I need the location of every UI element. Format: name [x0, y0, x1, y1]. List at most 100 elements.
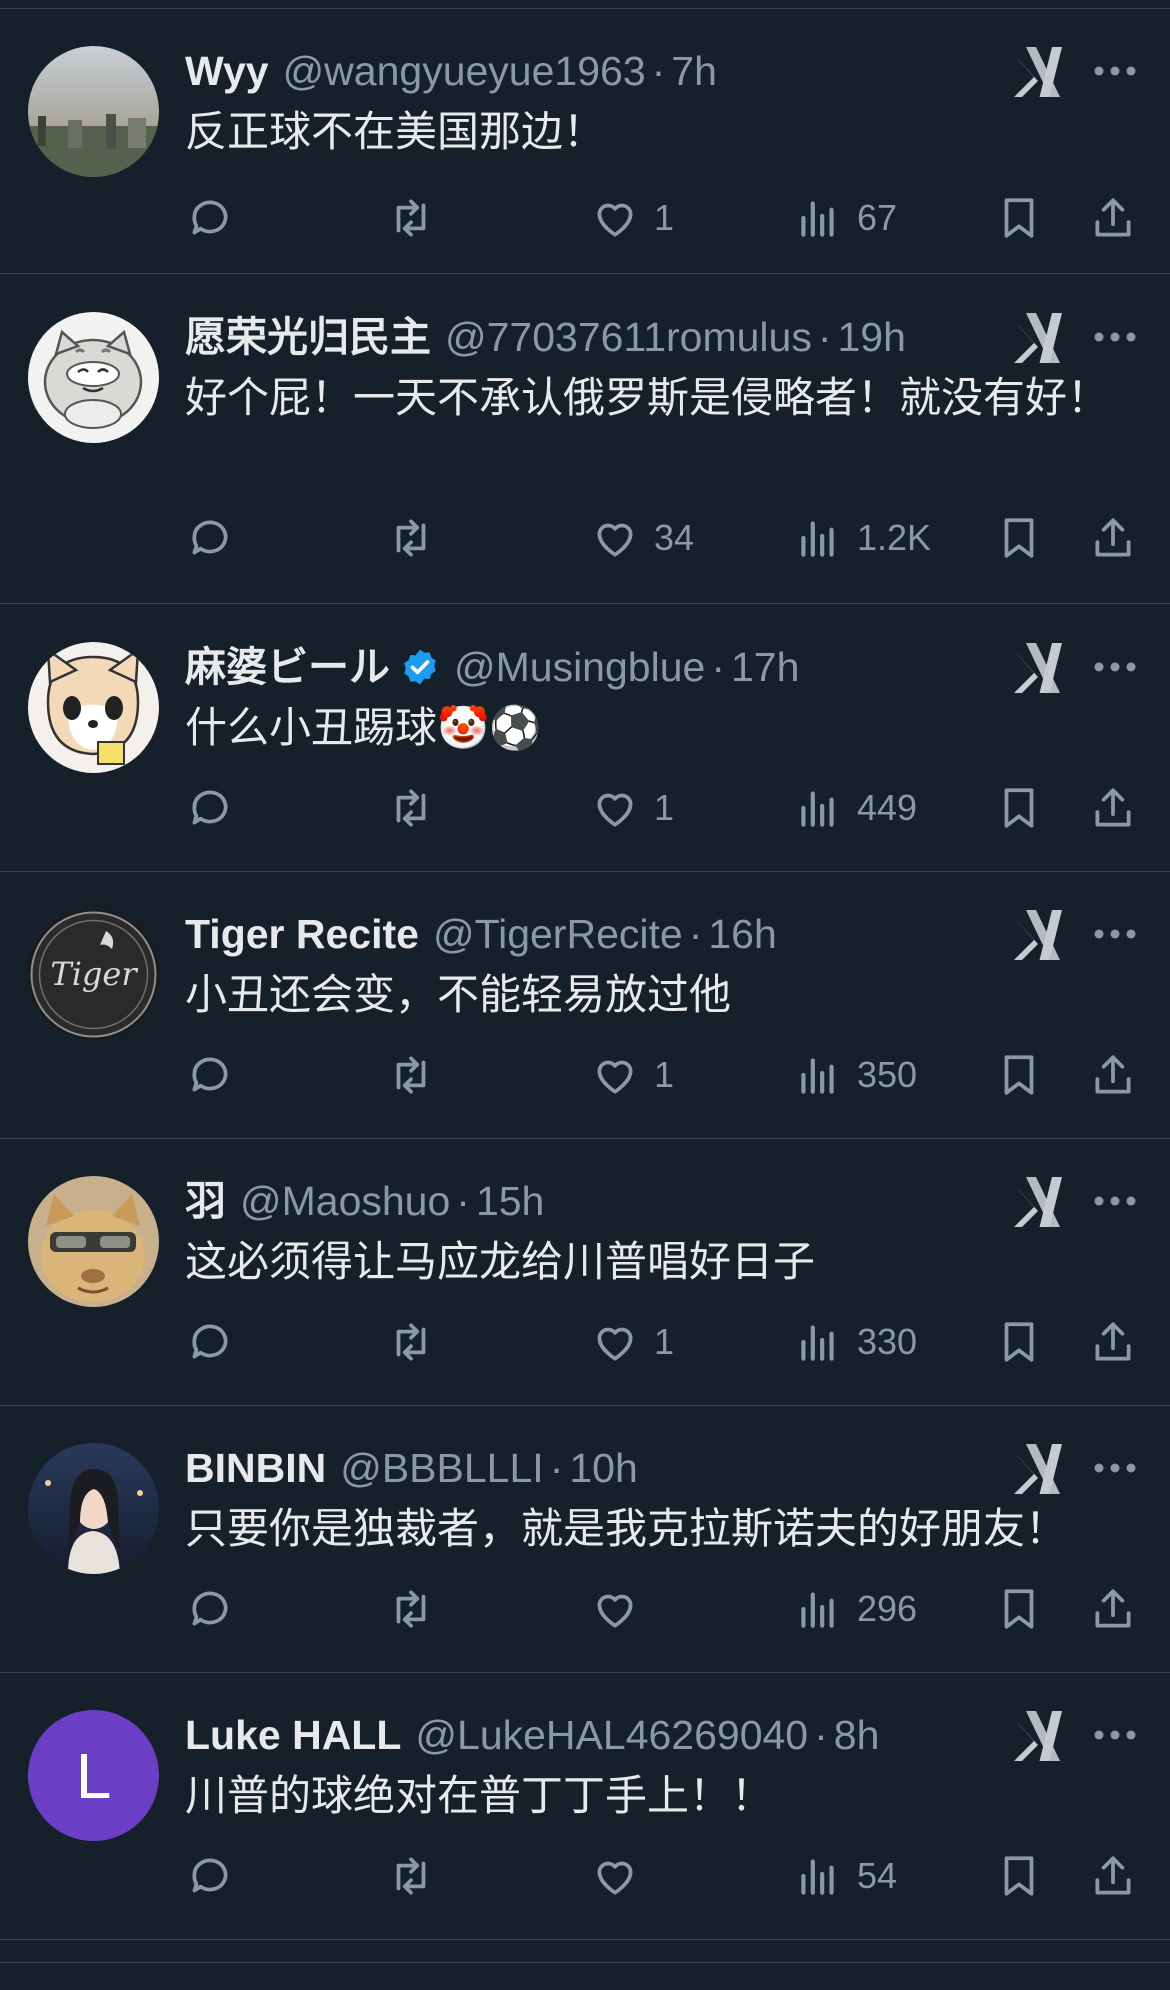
bookmark-button[interactable]: [994, 506, 1044, 570]
user-handle[interactable]: @BBBLLLI: [340, 1440, 543, 1496]
like-button[interactable]: 34: [590, 506, 694, 570]
retweet-button[interactable]: [386, 1043, 436, 1107]
grok-icon[interactable]: [1012, 1177, 1064, 1227]
retweet-button[interactable]: [386, 186, 436, 250]
reply-button[interactable]: [185, 1577, 235, 1641]
tweet[interactable]: Tiger Tiger Recite @TigerRecite · 16h 小丑…: [0, 872, 1170, 1139]
display-name[interactable]: 麻婆ビール: [185, 639, 390, 695]
more-icon[interactable]: [1092, 64, 1138, 78]
retweet-button[interactable]: [386, 1577, 436, 1641]
display-name[interactable]: 愿荣光归民主: [185, 309, 431, 365]
reply-button[interactable]: [185, 1310, 235, 1374]
views-button[interactable]: 350: [793, 1043, 917, 1107]
analytics-icon: [801, 521, 834, 557]
user-handle[interactable]: @wangyueyue1963: [283, 43, 646, 99]
retweet-button[interactable]: [386, 506, 436, 570]
views-button[interactable]: 296: [793, 1577, 917, 1641]
more-icon[interactable]: [1092, 1194, 1138, 1208]
bookmark-button[interactable]: [994, 1844, 1044, 1908]
timestamp[interactable]: 7h: [671, 43, 717, 99]
tweet-header: BINBIN @BBBLLLI · 10h: [185, 1440, 638, 1496]
more-icon[interactable]: [1092, 927, 1138, 941]
like-button[interactable]: [590, 1844, 654, 1908]
avatar[interactable]: L: [28, 1710, 159, 1841]
like-button[interactable]: 1: [590, 1310, 674, 1374]
like-button[interactable]: 1: [590, 1043, 674, 1107]
reply-icon: [192, 1057, 228, 1092]
avatar[interactable]: [28, 1176, 159, 1307]
display-name[interactable]: BINBIN: [185, 1440, 326, 1496]
share-button[interactable]: [1088, 186, 1138, 250]
reply-button[interactable]: [185, 1844, 235, 1908]
user-handle[interactable]: @TigerRecite: [433, 906, 683, 962]
timestamp[interactable]: 10h: [569, 1440, 637, 1496]
tweet[interactable]: BINBIN @BBBLLLI · 10h 只要你是独裁者，就是我克拉斯诺夫的好…: [0, 1406, 1170, 1673]
display-name[interactable]: 羽: [185, 1173, 226, 1229]
grok-icon[interactable]: [1012, 910, 1064, 960]
views-button[interactable]: 67: [793, 186, 897, 250]
share-icon: [1095, 788, 1131, 827]
views-button[interactable]: 1.2K: [793, 506, 931, 570]
share-button[interactable]: [1088, 1310, 1138, 1374]
like-button[interactable]: 1: [590, 186, 674, 250]
reply-button[interactable]: [185, 776, 235, 840]
bookmark-button[interactable]: [994, 1310, 1044, 1374]
bookmark-button[interactable]: [994, 186, 1044, 250]
timestamp[interactable]: 15h: [476, 1173, 544, 1229]
more-icon[interactable]: [1092, 660, 1138, 674]
avatar[interactable]: Tiger: [28, 909, 159, 1040]
like-button[interactable]: 1: [590, 776, 674, 840]
more-icon[interactable]: [1092, 1461, 1138, 1475]
more-icon[interactable]: [1092, 330, 1138, 344]
retweet-button[interactable]: [386, 776, 436, 840]
user-handle[interactable]: @Musingblue: [454, 639, 705, 695]
bookmark-button[interactable]: [994, 1577, 1044, 1641]
user-handle[interactable]: @77037611romulus: [445, 309, 812, 365]
bookmark-button[interactable]: [994, 1043, 1044, 1107]
grok-icon[interactable]: [1012, 313, 1064, 363]
share-button[interactable]: [1088, 1577, 1138, 1641]
verified-badge-icon[interactable]: [400, 647, 440, 687]
heart-icon: [597, 1594, 633, 1628]
views-button[interactable]: 54: [793, 1844, 897, 1908]
bookmark-button[interactable]: [994, 776, 1044, 840]
share-button[interactable]: [1088, 776, 1138, 840]
user-handle[interactable]: @LukeHAL46269040: [415, 1707, 808, 1763]
display-name[interactable]: Tiger Recite: [185, 906, 419, 962]
avatar[interactable]: [28, 46, 159, 177]
display-name[interactable]: Wyy: [185, 43, 269, 99]
tweet[interactable]: L Luke HALL @LukeHAL46269040 · 8h 川普的球绝对…: [0, 1673, 1170, 1940]
reply-button[interactable]: [185, 506, 235, 570]
grok-icon[interactable]: [1012, 1711, 1064, 1761]
tweet[interactable]: 羽 @Maoshuo · 15h 这必须得让马应龙给川普唱好日子 1 330: [0, 1139, 1170, 1406]
more-icon[interactable]: [1092, 1728, 1138, 1742]
tweet[interactable]: 麻婆ビール @Musingblue · 17h 什么小丑踢球🤡⚽ 1 449: [0, 605, 1170, 872]
display-name[interactable]: Luke HALL: [185, 1707, 401, 1763]
timestamp[interactable]: 17h: [731, 639, 799, 695]
like-button[interactable]: [590, 1577, 654, 1641]
grok-icon[interactable]: [1012, 47, 1064, 97]
reply-button[interactable]: [185, 1043, 235, 1107]
avatar[interactable]: [28, 312, 159, 443]
timestamp[interactable]: 16h: [708, 906, 776, 962]
grok-icon[interactable]: [1012, 643, 1064, 693]
share-button[interactable]: [1088, 1844, 1138, 1908]
share-button[interactable]: [1088, 1043, 1138, 1107]
avatar[interactable]: [28, 642, 159, 773]
view-count: 54: [857, 1855, 898, 1896]
timestamp[interactable]: 19h: [837, 309, 905, 365]
grok-icon[interactable]: [1012, 1444, 1064, 1494]
retweet-button[interactable]: [386, 1844, 436, 1908]
tweet[interactable]: Wyy @wangyueyue1963 · 7h 反正球不在美国那边！ 1 67: [0, 9, 1170, 274]
share-button[interactable]: [1088, 506, 1138, 570]
retweet-button[interactable]: [386, 1310, 436, 1374]
tweet[interactable]: 愿荣光归民主 @77037611romulus · 19h 好个屁！一天不承认俄…: [0, 275, 1170, 604]
avatar[interactable]: [28, 1443, 159, 1574]
reply-button[interactable]: [185, 186, 235, 250]
bookmark-icon: [1004, 788, 1034, 828]
views-button[interactable]: 449: [793, 776, 917, 840]
analytics-icon: [801, 1592, 834, 1628]
views-button[interactable]: 330: [793, 1310, 917, 1374]
timestamp[interactable]: 8h: [834, 1707, 880, 1763]
user-handle[interactable]: @Maoshuo: [240, 1173, 450, 1229]
